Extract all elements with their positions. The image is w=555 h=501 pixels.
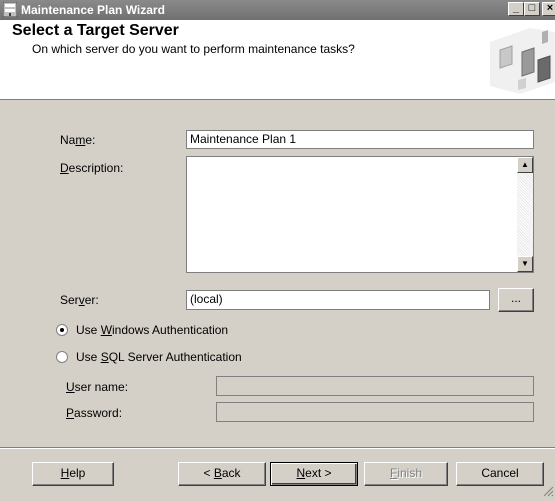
next-label: ext > (305, 466, 332, 480)
description-label-text: escription: (68, 161, 124, 175)
cancel-button[interactable]: Cancel (456, 462, 544, 486)
close-button[interactable]: × (542, 2, 555, 16)
sql-auth-text: Use (76, 350, 101, 364)
username-input[interactable] (216, 376, 534, 396)
windows-auth-text-rest: indows Authentication (112, 323, 229, 337)
password-label-text: assword: (74, 406, 123, 420)
server-label: Server: (60, 293, 99, 307)
back-label-pre: < (203, 466, 214, 480)
name-label-text: Na (60, 133, 76, 147)
password-label-accesskey: P (66, 406, 75, 420)
scroll-up-icon[interactable]: ▲ (517, 157, 533, 173)
browse-label: ... (510, 291, 521, 305)
back-label: ack (221, 466, 241, 480)
help-button[interactable]: Help (32, 462, 114, 486)
browse-server-button[interactable]: ... (498, 288, 534, 312)
footer-divider (0, 447, 555, 449)
name-label-text-rest: e: (85, 133, 96, 147)
username-label-accesskey: U (66, 380, 75, 394)
help-label: elp (69, 466, 86, 480)
finish-button[interactable]: Finish (364, 462, 448, 486)
resize-grip-icon[interactable] (542, 485, 554, 500)
page-subtitle: On which server do you want to perform m… (32, 42, 355, 56)
minimize-button[interactable]: _ (508, 2, 524, 16)
maximize-button[interactable]: □ (524, 2, 540, 16)
wizard-header: Select a Target Server On which server d… (0, 20, 555, 100)
description-label-accesskey: D (60, 161, 69, 175)
description-label: Description: (60, 161, 123, 175)
name-input[interactable]: Maintenance Plan 1 (186, 130, 534, 149)
title-bar: Maintenance Plan Wizard _ □ × (0, 0, 555, 20)
description-textarea[interactable]: ▲ ▼ (186, 156, 534, 273)
server-input[interactable]: (local) (186, 290, 490, 310)
window-title: Maintenance Plan Wizard (21, 3, 165, 17)
description-scrollbar[interactable]: ▲ ▼ (517, 157, 533, 272)
name-label-accesskey: m (75, 133, 86, 147)
sql-auth-label[interactable]: Use SQL Server Authentication (76, 350, 242, 364)
username-label: User name: (66, 380, 128, 394)
windows-auth-label[interactable]: Use Windows Authentication (76, 323, 228, 337)
server-label-text: Ser (60, 293, 79, 307)
cancel-label: Cancel (481, 466, 519, 480)
wizard-app-icon (2, 1, 18, 18)
windows-auth-accesskey: W (100, 323, 113, 337)
username-label-text: ser name: (74, 380, 129, 394)
page-title: Select a Target Server (12, 22, 179, 39)
sql-auth-text-rest: QL Server Authentication (108, 350, 242, 364)
server-wizard-graphic (460, 22, 555, 101)
password-input[interactable] (216, 402, 534, 422)
finish-label: inish (397, 466, 423, 480)
scroll-down-icon[interactable]: ▼ (517, 256, 533, 272)
password-label: Password: (66, 406, 122, 420)
maximize-icon: □ (528, 2, 536, 14)
windows-auth-radio[interactable] (56, 324, 68, 336)
sql-auth-accesskey: S (100, 350, 109, 364)
sql-auth-radio[interactable] (56, 351, 68, 363)
minimize-icon: _ (512, 2, 520, 14)
back-accesskey: B (213, 466, 222, 480)
next-accesskey: N (296, 466, 306, 480)
back-button[interactable]: < Back (178, 462, 266, 486)
server-label-text-rest: er: (84, 293, 99, 307)
windows-auth-text: Use (76, 323, 101, 337)
close-icon: × (546, 2, 554, 14)
name-label: Name: (60, 133, 95, 147)
next-button[interactable]: Next > (270, 462, 358, 486)
